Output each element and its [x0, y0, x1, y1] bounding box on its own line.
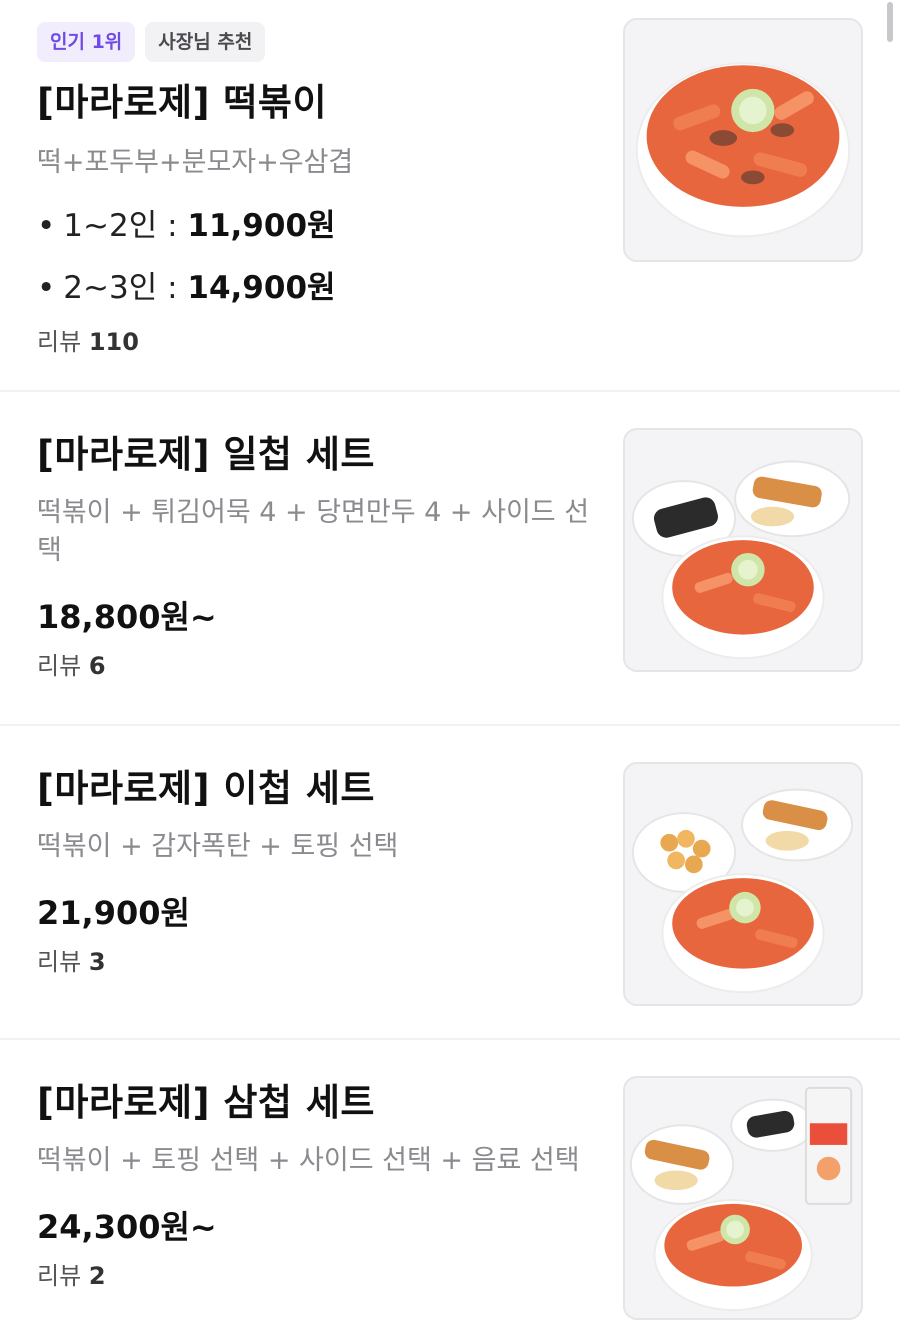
- price-option-label: 2~3인 :: [63, 270, 188, 306]
- price-option-1: • 1~2인 : 11,900원: [37, 208, 336, 244]
- price-option-2: • 2~3인 : 14,900원: [37, 270, 336, 306]
- menu-item-price: 18,800원~: [37, 598, 217, 636]
- menu-item-description: 떡+포두부+분모자+우삼겹: [37, 147, 354, 178]
- badge-row: 인기 1위 사장님 추천: [37, 22, 600, 62]
- menu-item-image: [623, 428, 863, 672]
- review-count: 리뷰 2: [37, 1262, 106, 1290]
- menu-item-tteokbokki[interactable]: 인기 1위 사장님 추천 [마라로제] 떡볶이 떡+포두부+분모자+우삼겹 • 1…: [0, 0, 900, 392]
- tteokbokki-bowl-image: [635, 62, 851, 238]
- menu-item-price: 24,300원~: [37, 1208, 217, 1246]
- owner-recommend-badge: 사장님 추천: [145, 22, 266, 62]
- menu-item-set-3[interactable]: [마라로제] 삼첩 세트 떡볶이 + 토핑 선택 + 사이드 선택 + 음료 선…: [0, 1040, 900, 1342]
- menu-item-title: [마라로제] 이첩 세트: [37, 767, 375, 810]
- menu-item-description: 떡볶이 + 감자폭탄 + 토핑 선택: [37, 831, 399, 862]
- menu-item-info: [마라로제] 이첩 세트 떡볶이 + 감자폭탄 + 토핑 선택 21,900원 …: [37, 766, 600, 978]
- menu-item-title: [마라로제] 삼첩 세트: [37, 1081, 375, 1124]
- menu-item-image: [623, 18, 863, 262]
- review-count: 리뷰 110: [37, 328, 139, 356]
- menu-item-set-2[interactable]: [마라로제] 이첩 세트 떡볶이 + 감자폭탄 + 토핑 선택 21,900원 …: [0, 726, 900, 1040]
- menu-item-description: 떡볶이 + 토핑 선택 + 사이드 선택 + 음료 선택: [37, 1145, 580, 1176]
- review-count: 리뷰 3: [37, 948, 106, 976]
- menu-item-image: [623, 762, 863, 1006]
- menu-item-info: 인기 1위 사장님 추천 [마라로제] 떡볶이 떡+포두부+분모자+우삼겹 • 1…: [37, 22, 600, 358]
- menu-item-title: [마라로제] 떡볶이: [37, 81, 327, 124]
- menu-item-info: [마라로제] 일첩 세트 떡볶이 + 튀김어묵 4 + 당면만두 4 + 사이드…: [37, 432, 600, 682]
- set-meal-image: [631, 460, 851, 660]
- price-option-value: 11,900원: [187, 208, 336, 244]
- set-meal-with-drink-image: [629, 1086, 853, 1312]
- menu-item-info: [마라로제] 삼첩 세트 떡볶이 + 토핑 선택 + 사이드 선택 + 음료 선…: [37, 1080, 600, 1292]
- menu-item-description: 떡볶이 + 튀김어묵 4 + 당면만두 4 + 사이드 선택: [37, 497, 590, 566]
- price-option-label: 1~2인 :: [63, 208, 188, 244]
- menu-item-price: 21,900원: [37, 894, 190, 932]
- menu-item-title: [마라로제] 일첩 세트: [37, 433, 375, 476]
- popular-badge: 인기 1위: [37, 22, 136, 62]
- set-meal-image: [631, 788, 854, 994]
- menu-item-set-1[interactable]: [마라로제] 일첩 세트 떡볶이 + 튀김어묵 4 + 당면만두 4 + 사이드…: [0, 392, 900, 726]
- price-option-value: 14,900원: [187, 270, 336, 306]
- review-count: 리뷰 6: [37, 652, 106, 680]
- menu-list-page: 인기 1위 사장님 추천 [마라로제] 떡볶이 떡+포두부+분모자+우삼겹 • 1…: [0, 0, 900, 1342]
- menu-item-image: [623, 1076, 863, 1320]
